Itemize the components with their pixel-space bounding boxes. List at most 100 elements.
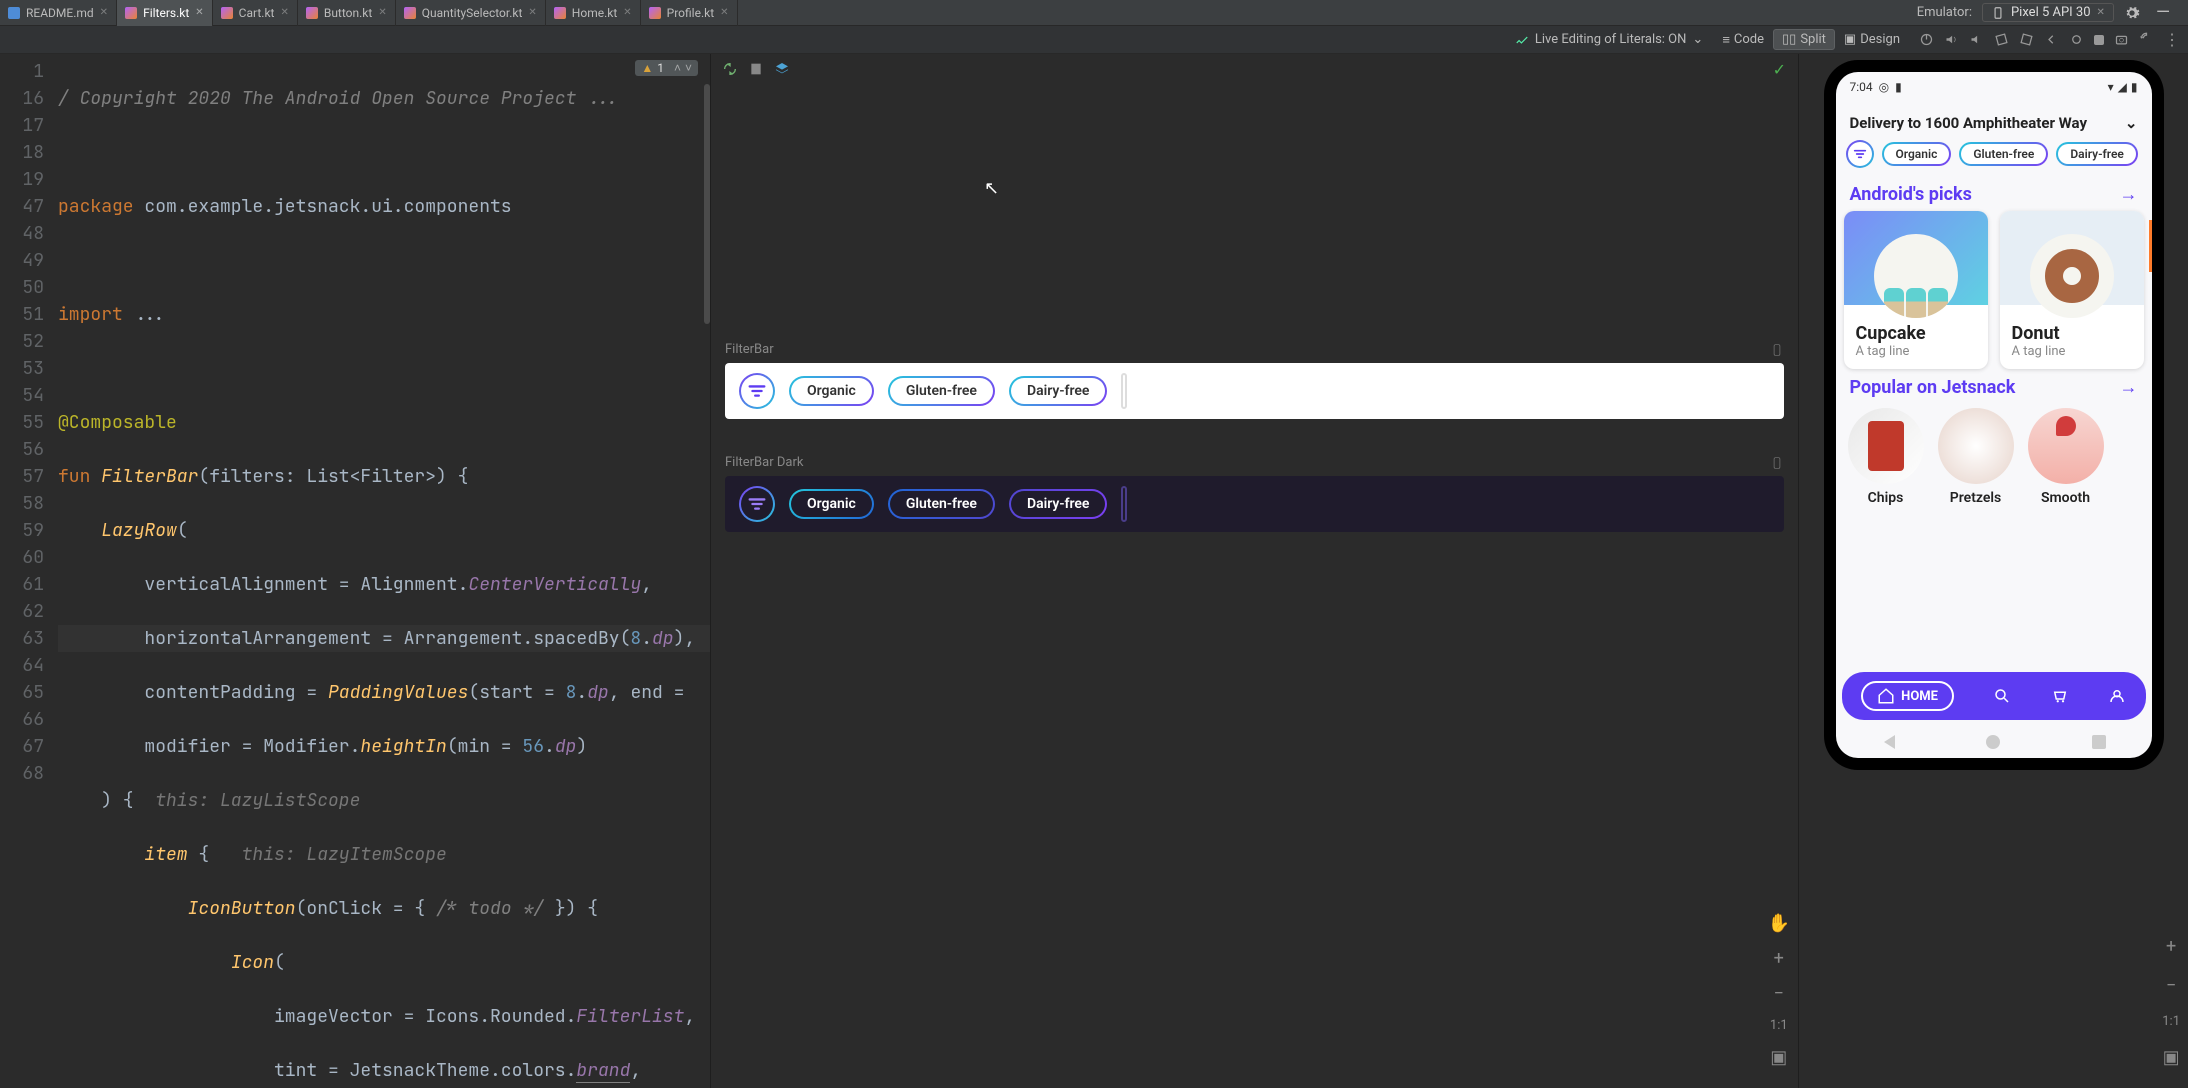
phone-screen[interactable]: 7:04 ◎ ▮ ▾ ◢ ▮ Delivery to 1600 Amphithe… xyxy=(1836,72,2152,758)
gear-icon[interactable] xyxy=(2124,5,2140,21)
debug-icon: ◎ xyxy=(1879,80,1889,94)
view-design[interactable]: ▣Design xyxy=(1835,29,1909,50)
chip-organic[interactable]: Organic xyxy=(789,376,874,406)
sys-back-icon[interactable] xyxy=(1881,735,1895,749)
filter-icon[interactable] xyxy=(1846,140,1874,168)
file-icon xyxy=(554,7,566,19)
tab-filters-kt[interactable]: Filters.kt✕ xyxy=(117,0,213,26)
device-small-icon[interactable] xyxy=(1770,456,1784,470)
file-icon xyxy=(404,7,416,19)
lock-icon: ▮ xyxy=(1895,80,1902,94)
tab-readme-md[interactable]: README.md✕ xyxy=(0,0,117,26)
close-icon[interactable]: ✕ xyxy=(623,7,631,18)
close-icon[interactable]: ✕ xyxy=(528,7,536,18)
device-dropdown[interactable]: Pixel 5 API 30 ✕ xyxy=(1982,3,2114,22)
file-icon xyxy=(125,7,137,19)
minimize-icon[interactable]: — xyxy=(2150,2,2176,23)
wifi-icon: ▾ xyxy=(2108,80,2114,94)
filterbar-preview-dark: Organic Gluten-free Dairy-free xyxy=(725,476,1784,532)
fit-icon[interactable]: ▣ xyxy=(2163,1047,2180,1068)
chip-organic[interactable]: Organic xyxy=(1882,142,1952,166)
profile-icon[interactable] xyxy=(2108,687,2126,705)
rotate-left-icon[interactable] xyxy=(1994,32,2009,47)
arrow-right-icon[interactable]: → xyxy=(2120,377,2138,398)
chevron-down-icon: ˅ xyxy=(685,61,692,75)
tab-button-kt[interactable]: Button.kt✕ xyxy=(298,0,396,26)
search-icon[interactable] xyxy=(1993,687,2011,705)
tab-home-kt[interactable]: Home.kt✕ xyxy=(546,0,641,26)
power-icon[interactable] xyxy=(1919,32,1934,47)
popular-item-chips[interactable]: Chips xyxy=(1848,408,1924,506)
snapshot-icon[interactable] xyxy=(2114,32,2129,47)
volume-down-icon[interactable] xyxy=(1969,32,1984,47)
close-icon[interactable]: ✕ xyxy=(195,7,203,18)
layers-icon[interactable] xyxy=(773,60,791,78)
volume-up-icon[interactable] xyxy=(1944,32,1959,47)
android-status-bar: 7:04 ◎ ▮ ▾ ◢ ▮ xyxy=(1836,72,2152,102)
cart-icon[interactable] xyxy=(2051,687,2069,705)
zoom-in-button[interactable]: + xyxy=(2166,936,2176,957)
record-icon[interactable] xyxy=(2139,32,2154,47)
tab-profile-kt[interactable]: Profile.kt✕ xyxy=(641,0,738,26)
editor-tabs: README.md✕Filters.kt✕Cart.kt✕Button.kt✕Q… xyxy=(0,0,1905,26)
inspection-warnings-badge[interactable]: ▲1 ˄ ˅ xyxy=(635,60,698,76)
chip-organic[interactable]: Organic xyxy=(789,489,874,519)
line-gutter: 1161718194748495051525354555657585960616… xyxy=(0,54,58,1088)
emulator-label: Emulator: xyxy=(1917,5,1972,20)
live-edit-toggle[interactable]: Live Editing of Literals: ON ⌄ xyxy=(1515,32,1703,47)
zoom-out-button[interactable]: − xyxy=(2166,975,2176,996)
status-time: 7:04 xyxy=(1850,80,1873,94)
home-nav-icon[interactable] xyxy=(2069,32,2084,47)
delivery-address[interactable]: Delivery to 1600 Amphitheater Way xyxy=(1850,114,2088,132)
overview-icon[interactable] xyxy=(2094,35,2104,45)
pan-icon[interactable]: ✋ xyxy=(1768,913,1790,934)
chevron-up-icon: ˄ xyxy=(674,61,681,75)
section-picks-title: Android's picks xyxy=(1850,184,1972,205)
sys-home-icon[interactable] xyxy=(1986,735,2000,749)
back-icon[interactable] xyxy=(2044,32,2059,47)
arrow-right-icon[interactable]: → xyxy=(2120,184,2138,205)
close-icon[interactable]: ✕ xyxy=(2097,7,2105,18)
zoom-in-button[interactable]: + xyxy=(1774,948,1784,969)
picks-row[interactable]: Cupcake A tag line Donut A tag line xyxy=(1836,211,2152,369)
filter-icon[interactable] xyxy=(739,373,775,409)
view-code[interactable]: ≡Code xyxy=(1713,29,1773,51)
chip-dairy-free[interactable]: Dairy-free xyxy=(2056,142,2138,166)
popular-item-smoothie[interactable]: Smooth xyxy=(2028,408,2104,506)
fit-icon[interactable]: ▣ xyxy=(1770,1047,1787,1068)
close-icon[interactable]: ✕ xyxy=(100,7,108,18)
tab-quantityselector-kt[interactable]: QuantitySelector.kt✕ xyxy=(396,0,546,26)
one-to-one-button[interactable]: 1:1 xyxy=(2162,1014,2180,1029)
filter-icon[interactable] xyxy=(739,486,775,522)
nav-home[interactable]: HOME xyxy=(1861,681,1954,711)
close-icon[interactable]: ✕ xyxy=(378,7,386,18)
section-popular-title: Popular on Jetsnack xyxy=(1850,377,2016,398)
deploy-icon[interactable] xyxy=(747,60,765,78)
code-editor[interactable]: ▲1 ˄ ˅ 116171819474849505152535455565758… xyxy=(0,54,710,1088)
chip-gluten-free[interactable]: Gluten-free xyxy=(888,489,995,519)
pick-card-donut[interactable]: Donut A tag line xyxy=(2000,211,2144,369)
preview-ok-icon: ✓ xyxy=(1773,60,1786,79)
chip-gluten-free[interactable]: Gluten-free xyxy=(1959,142,2048,166)
chip-dairy-free[interactable]: Dairy-free xyxy=(1009,376,1107,406)
file-icon xyxy=(649,7,661,19)
phone-frame: 7:04 ◎ ▮ ▾ ◢ ▮ Delivery to 1600 Amphithe… xyxy=(1824,60,2164,770)
more-icon[interactable]: ⋮ xyxy=(2164,30,2180,49)
zoom-out-button[interactable]: − xyxy=(1774,983,1784,1004)
refresh-icon[interactable] xyxy=(721,60,739,78)
code-area[interactable]: / Copyright 2020 The Android Open Source… xyxy=(58,54,710,1088)
tab-cart-kt[interactable]: Cart.kt✕ xyxy=(213,0,298,26)
popular-row[interactable]: Chips Pretzels Smooth xyxy=(1836,404,2152,510)
close-icon[interactable]: ✕ xyxy=(280,7,288,18)
chevron-down-icon[interactable]: ⌄ xyxy=(2125,114,2138,132)
sys-overview-icon[interactable] xyxy=(2092,735,2106,749)
close-icon[interactable]: ✕ xyxy=(720,7,728,18)
device-small-icon[interactable] xyxy=(1770,343,1784,357)
chip-dairy-free[interactable]: Dairy-free xyxy=(1009,489,1107,519)
chip-gluten-free[interactable]: Gluten-free xyxy=(888,376,995,406)
pick-card-cupcake[interactable]: Cupcake A tag line xyxy=(1844,211,1988,369)
rotate-right-icon[interactable] xyxy=(2019,32,2034,47)
view-split[interactable]: ▯▯Split xyxy=(1773,29,1835,50)
one-to-one-button[interactable]: 1:1 xyxy=(1770,1018,1788,1033)
popular-item-pretzels[interactable]: Pretzels xyxy=(1938,408,2014,506)
